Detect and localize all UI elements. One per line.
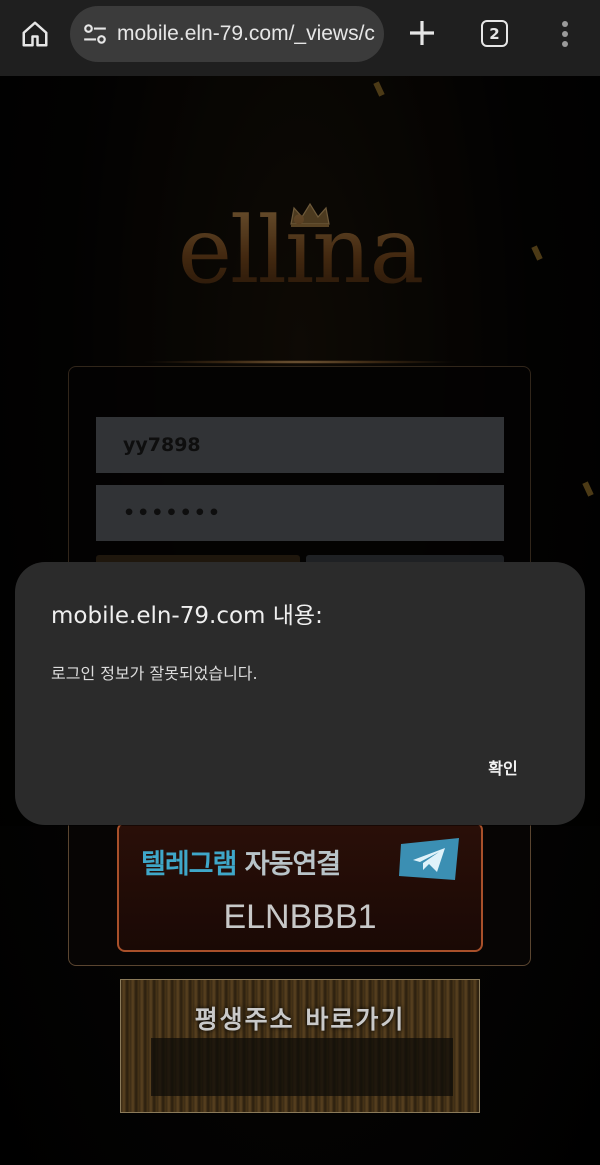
telegram-code: ELNBBB1	[223, 898, 377, 936]
address-banner-inner	[151, 1038, 453, 1096]
permanent-address-banner[interactable]: 평생주소 바로가기	[120, 979, 480, 1113]
site-settings-icon[interactable]	[82, 21, 108, 47]
alert-dialog: mobile.eln-79.com 내용: 로그인 정보가 잘못되었습니다. 확…	[15, 562, 585, 825]
browser-toolbar: mobile.eln-79.com/_views/c 2	[0, 0, 600, 76]
telegram-icon	[399, 838, 459, 880]
auto-connect-label: 자동연결	[244, 849, 341, 880]
telegram-banner[interactable]: 텔레그램 자동연결 ELNBBB1	[117, 822, 483, 952]
new-tab-icon[interactable]	[406, 17, 438, 49]
url-text: mobile.eln-79.com/_views/c	[117, 22, 375, 45]
home-icon	[22, 21, 48, 47]
ok-button[interactable]: 확인	[473, 754, 533, 784]
dialog-message: 로그인 정보가 잘못되었습니다.	[51, 664, 258, 683]
tab-switcher-button[interactable]: 2	[481, 20, 508, 47]
more-menu-icon[interactable]	[554, 18, 576, 50]
telegram-label: 텔레그램	[141, 849, 237, 880]
telegram-title: 텔레그램 자동연결	[141, 842, 341, 881]
dialog-title: mobile.eln-79.com 내용:	[51, 603, 323, 629]
tab-count: 2	[489, 24, 500, 43]
permanent-address-label: 평생주소 바로가기	[194, 1005, 406, 1034]
home-button[interactable]	[18, 17, 52, 51]
address-bar[interactable]: mobile.eln-79.com/_views/c	[70, 6, 384, 62]
